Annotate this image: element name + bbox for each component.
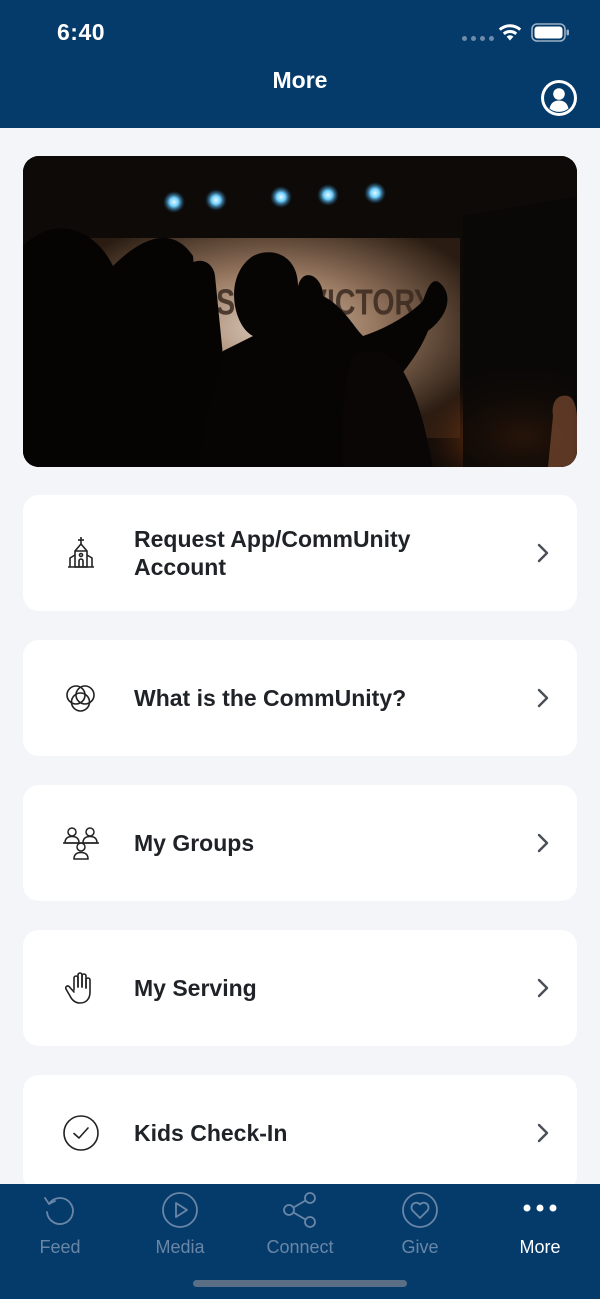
cellular-signal-icon bbox=[462, 36, 494, 41]
checkmark-circle-icon bbox=[61, 1113, 101, 1153]
page-title: More bbox=[272, 67, 328, 93]
top-header: 6:40 More bbox=[0, 0, 600, 128]
share-icon bbox=[283, 1192, 316, 1228]
menu-item-what-is-community[interactable]: What is the CommUnity? bbox=[23, 640, 577, 756]
tab-give[interactable]: Give bbox=[360, 1190, 480, 1257]
menu-item-label: Kids Check-In bbox=[134, 1120, 288, 1146]
tab-feed[interactable]: Feed bbox=[0, 1190, 120, 1257]
tab-label: Connect bbox=[266, 1237, 334, 1257]
menu-item-label: What is the CommUnity? bbox=[134, 685, 407, 711]
refresh-icon bbox=[44, 1197, 74, 1225]
menu-item-label: My Serving bbox=[134, 975, 257, 1001]
tab-label: Feed bbox=[39, 1237, 81, 1257]
status-time: 6:40 bbox=[57, 19, 106, 45]
tab-label: Give bbox=[401, 1237, 439, 1257]
menu-item-my-groups[interactable]: My Groups bbox=[23, 785, 577, 901]
tab-label: More bbox=[519, 1237, 561, 1257]
overlapping-circles-icon bbox=[61, 678, 101, 718]
group-icon bbox=[61, 823, 101, 863]
chevron-right-icon bbox=[537, 543, 549, 563]
chevron-right-icon bbox=[537, 1123, 549, 1143]
worship-photo: YOURS IS THE VICTORY bbox=[23, 156, 577, 467]
menu-item-kids-check-in[interactable]: Kids Check-In bbox=[23, 1075, 577, 1191]
menu-item-my-serving[interactable]: My Serving bbox=[23, 930, 577, 1046]
tab-label: Media bbox=[155, 1237, 205, 1257]
chevron-right-icon bbox=[537, 688, 549, 708]
wifi-icon bbox=[498, 24, 522, 41]
menu-item-request-account[interactable]: Request App/CommUnity Account bbox=[23, 495, 577, 611]
church-icon bbox=[61, 533, 101, 573]
home-indicator bbox=[193, 1280, 407, 1287]
more-dots-icon bbox=[523, 1204, 557, 1212]
heart-icon bbox=[402, 1192, 438, 1228]
menu-item-label: My Groups bbox=[134, 830, 255, 856]
hand-icon bbox=[61, 968, 101, 1008]
hero-image: YOURS IS THE VICTORY bbox=[23, 156, 577, 467]
tab-more[interactable]: More bbox=[480, 1190, 600, 1257]
battery-icon bbox=[531, 23, 569, 42]
chevron-right-icon bbox=[537, 833, 549, 853]
play-icon bbox=[162, 1192, 198, 1228]
user-avatar-icon bbox=[544, 83, 574, 113]
chevron-right-icon bbox=[537, 978, 549, 998]
profile-button[interactable] bbox=[541, 80, 577, 116]
menu-item-label: Request App/CommUnity Account bbox=[134, 526, 411, 580]
tab-connect[interactable]: Connect bbox=[240, 1190, 360, 1257]
tab-media[interactable]: Media bbox=[120, 1190, 240, 1257]
